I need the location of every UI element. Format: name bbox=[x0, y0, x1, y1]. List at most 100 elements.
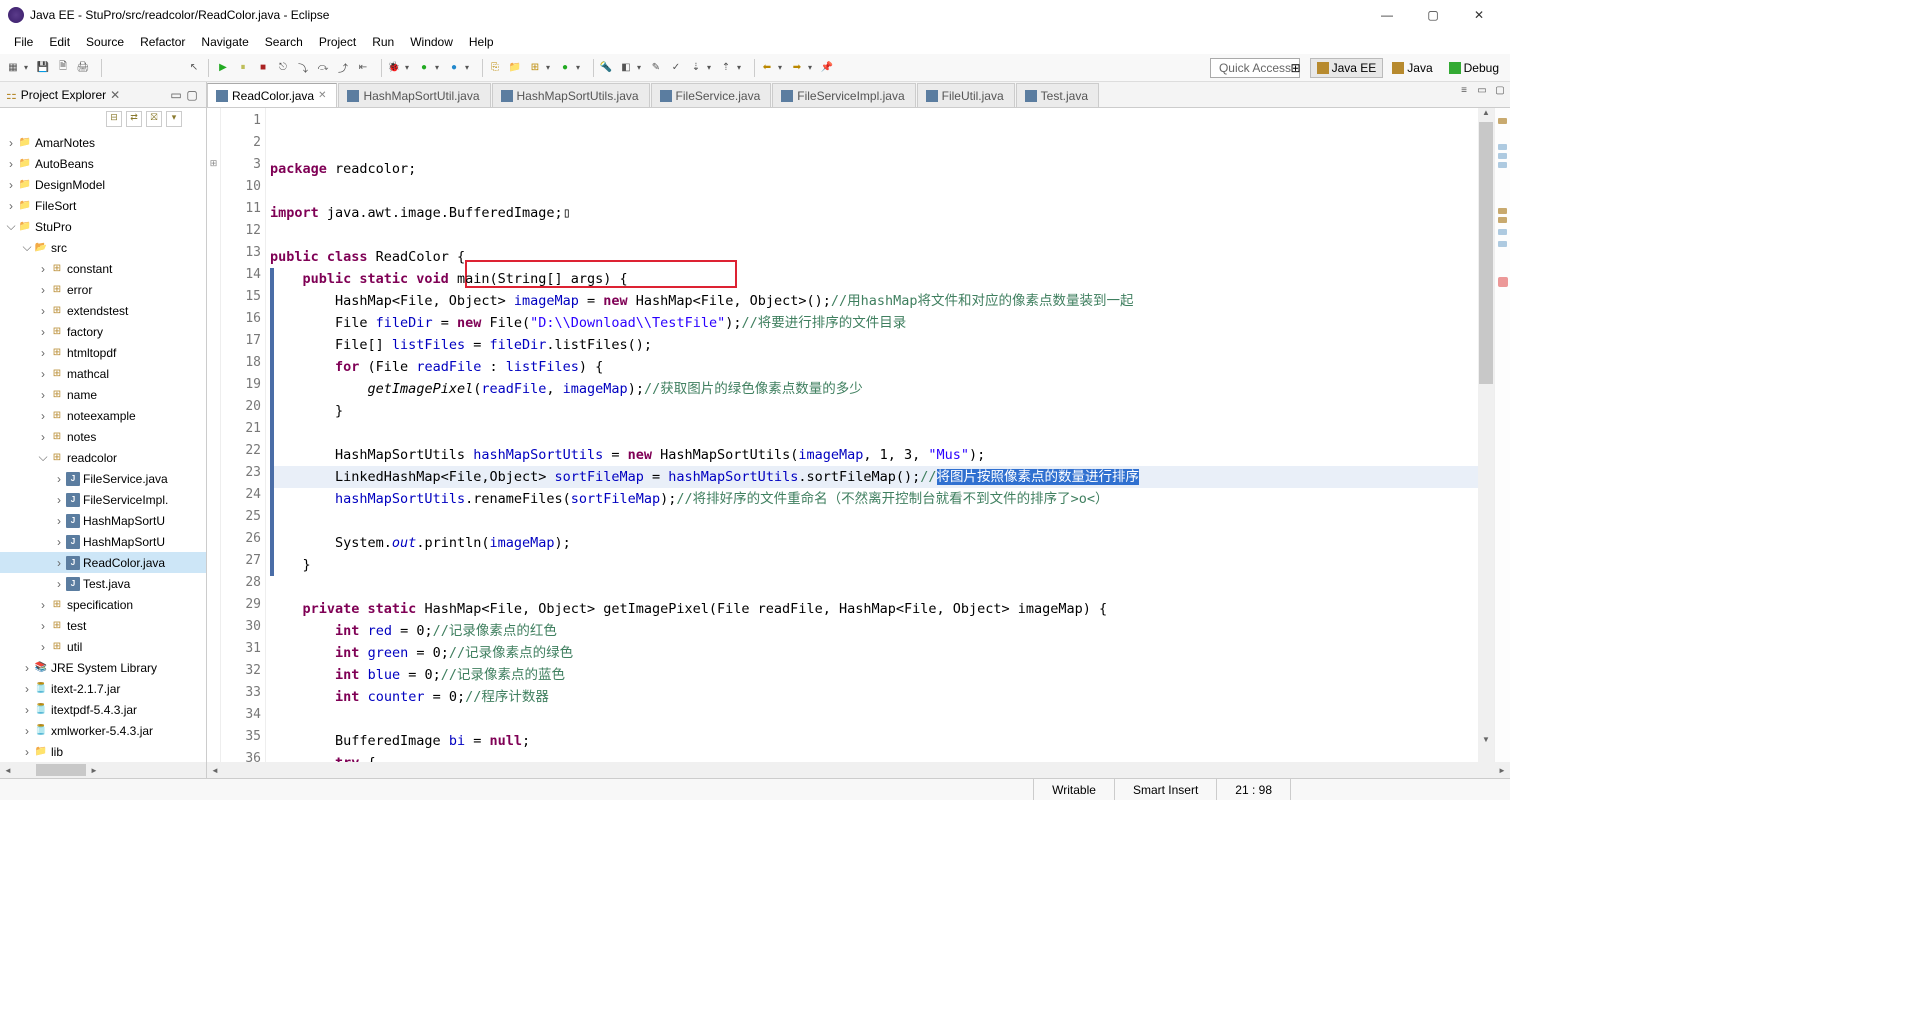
collapse-icon[interactable]: ⌵ bbox=[4, 219, 18, 234]
view-menu-button[interactable]: ▾ bbox=[166, 111, 182, 127]
code-line[interactable]: HashMapSortUtils hashMapSortUtils = new … bbox=[270, 444, 1478, 466]
editor-tab[interactable]: FileUtil.java bbox=[917, 83, 1015, 107]
tree-node[interactable]: ›JHashMapSortU bbox=[0, 531, 206, 552]
code-line[interactable] bbox=[270, 576, 1478, 598]
tree-node[interactable]: ›🫙itext-2.1.7.jar bbox=[0, 678, 206, 699]
menu-run[interactable]: Run bbox=[364, 33, 402, 51]
forward-button[interactable]: ➡ bbox=[788, 59, 806, 77]
expand-icon[interactable]: › bbox=[36, 346, 50, 360]
tree-node[interactable]: ›⊞constant bbox=[0, 258, 206, 279]
editor-tab[interactable]: HashMapSortUtils.java bbox=[492, 83, 650, 107]
code-line[interactable]: BufferedImage bi = null; bbox=[270, 730, 1478, 752]
code-line[interactable]: public class ReadColor { bbox=[270, 246, 1478, 268]
tree-node[interactable]: ›⊞noteexample bbox=[0, 405, 206, 426]
save-all-button[interactable]: 🗎 bbox=[54, 59, 72, 77]
expand-icon[interactable]: › bbox=[52, 472, 66, 486]
print-button[interactable]: 🖨 bbox=[74, 59, 92, 77]
code-line[interactable]: int blue = 0;//记录像素点的蓝色 bbox=[270, 664, 1478, 686]
close-button[interactable]: ✕ bbox=[1456, 0, 1502, 30]
prev-annotation-button[interactable]: ⇡ bbox=[717, 59, 735, 77]
menu-window[interactable]: Window bbox=[402, 33, 461, 51]
dropdown-icon[interactable]: ▾ bbox=[707, 63, 715, 72]
close-view-button[interactable]: ✕ bbox=[110, 88, 120, 102]
step-over-button[interactable]: ⤼ bbox=[314, 59, 332, 77]
collapse-all-button[interactable]: ⊟ bbox=[106, 111, 122, 127]
tree-node[interactable]: ›⊞error bbox=[0, 279, 206, 300]
tree-node[interactable]: ›🫙xmlworker-5.4.3.jar bbox=[0, 720, 206, 741]
toggle-mark-button[interactable]: ◧ bbox=[617, 59, 635, 77]
code-line[interactable]: for (File readFile : listFiles) { bbox=[270, 356, 1478, 378]
resume-button[interactable]: ▶ bbox=[214, 59, 232, 77]
code-line[interactable]: int green = 0;//记录像素点的绿色 bbox=[270, 642, 1478, 664]
collapse-icon[interactable]: ⌵ bbox=[20, 240, 34, 255]
perspective-debug[interactable]: Debug bbox=[1442, 58, 1506, 78]
code-line[interactable]: public static void main(String[] args) { bbox=[270, 268, 1478, 290]
menu-file[interactable]: File bbox=[6, 33, 41, 51]
step-return-button[interactable]: ⤴ bbox=[334, 59, 352, 77]
minimize-button[interactable]: — bbox=[1364, 0, 1410, 30]
debug-cursor-icon[interactable]: ↖ bbox=[185, 59, 203, 77]
tree-node[interactable]: ›⊞factory bbox=[0, 321, 206, 342]
expand-icon[interactable]: › bbox=[52, 514, 66, 528]
code-line[interactable]: File[] listFiles = fileDir.listFiles(); bbox=[270, 334, 1478, 356]
terminate-button[interactable]: ■ bbox=[254, 59, 272, 77]
dropdown-icon[interactable]: ▾ bbox=[778, 63, 786, 72]
code-line[interactable]: HashMap<File, Object> imageMap = new Has… bbox=[270, 290, 1478, 312]
dropdown-icon[interactable]: ▾ bbox=[637, 63, 645, 72]
tree-node[interactable]: ⌵📁StuPro bbox=[0, 216, 206, 237]
vertical-scrollbar[interactable] bbox=[1478, 108, 1494, 762]
overview-ruler[interactable] bbox=[1494, 108, 1510, 762]
expand-icon[interactable]: › bbox=[52, 493, 66, 507]
link-editor-button[interactable]: ⇄ bbox=[126, 111, 142, 127]
tree-node[interactable]: ›📁FileSort bbox=[0, 195, 206, 216]
code-line[interactable] bbox=[270, 422, 1478, 444]
expand-icon[interactable]: › bbox=[52, 535, 66, 549]
code-line[interactable]: hashMapSortUtils.renameFiles(sortFileMap… bbox=[270, 488, 1478, 510]
code-line[interactable]: int red = 0;//记录像素点的红色 bbox=[270, 620, 1478, 642]
expand-icon[interactable]: › bbox=[4, 157, 18, 171]
tree-node[interactable]: ›⊞test bbox=[0, 615, 206, 636]
tree-node[interactable]: ›⊞util bbox=[0, 636, 206, 657]
menu-source[interactable]: Source bbox=[78, 33, 132, 51]
code-line[interactable]: int counter = 0;//程序计数器 bbox=[270, 686, 1478, 708]
menu-help[interactable]: Help bbox=[461, 33, 502, 51]
tree-node[interactable]: ›⊞mathcal bbox=[0, 363, 206, 384]
code-line[interactable]: getImagePixel(readFile, imageMap);//获取图片… bbox=[270, 378, 1478, 400]
code-line[interactable]: package readcolor; bbox=[270, 158, 1478, 180]
expand-icon[interactable]: › bbox=[36, 304, 50, 318]
tree-node[interactable]: ›📁lib bbox=[0, 741, 206, 762]
menu-search[interactable]: Search bbox=[257, 33, 311, 51]
task-button[interactable]: ✓ bbox=[667, 59, 685, 77]
expand-icon[interactable]: › bbox=[36, 262, 50, 276]
expand-icon[interactable]: › bbox=[36, 367, 50, 381]
dropdown-icon[interactable]: ▾ bbox=[576, 63, 584, 72]
tree-node[interactable]: ⌵📂src bbox=[0, 237, 206, 258]
tree-node[interactable]: ›📚JRE System Library bbox=[0, 657, 206, 678]
code-line[interactable]: File fileDir = new File("D:\\Download\\T… bbox=[270, 312, 1478, 334]
disconnect-button[interactable]: ⎋ bbox=[274, 59, 292, 77]
menu-project[interactable]: Project bbox=[311, 33, 364, 51]
dropdown-icon[interactable]: ▾ bbox=[546, 63, 554, 72]
code-line[interactable] bbox=[270, 180, 1478, 202]
maximize-button[interactable]: ▢ bbox=[1410, 0, 1456, 30]
run-last-button[interactable]: ● bbox=[445, 59, 463, 77]
code-line[interactable]: } bbox=[270, 400, 1478, 422]
tree-node[interactable]: ›⊞extendstest bbox=[0, 300, 206, 321]
tree-node[interactable]: ›⊞name bbox=[0, 384, 206, 405]
tree-node[interactable]: ›JReadColor.java bbox=[0, 552, 206, 573]
expand-icon[interactable]: › bbox=[20, 661, 34, 675]
filter-button[interactable]: ⛝ bbox=[146, 111, 162, 127]
code-line[interactable]: try { bbox=[270, 752, 1478, 762]
debug-button[interactable]: 🐞 bbox=[385, 59, 403, 77]
dropdown-icon[interactable]: ▾ bbox=[465, 63, 473, 72]
tree-node[interactable]: ›🫙itextpdf-5.4.3.jar bbox=[0, 699, 206, 720]
code-line[interactable]: private static HashMap<File, Object> get… bbox=[270, 598, 1478, 620]
pin-button[interactable]: 📌 bbox=[818, 59, 836, 77]
dropdown-icon[interactable]: ▾ bbox=[24, 63, 32, 72]
dropdown-icon[interactable]: ▾ bbox=[405, 63, 413, 72]
dropdown-icon[interactable]: ▾ bbox=[435, 63, 443, 72]
maximize-editor-button[interactable]: ▢ bbox=[1492, 85, 1508, 101]
minimize-view-button[interactable]: ▭ bbox=[168, 88, 184, 102]
annotations-button[interactable]: ✎ bbox=[647, 59, 665, 77]
tree-node[interactable]: ⌵⊞readcolor bbox=[0, 447, 206, 468]
